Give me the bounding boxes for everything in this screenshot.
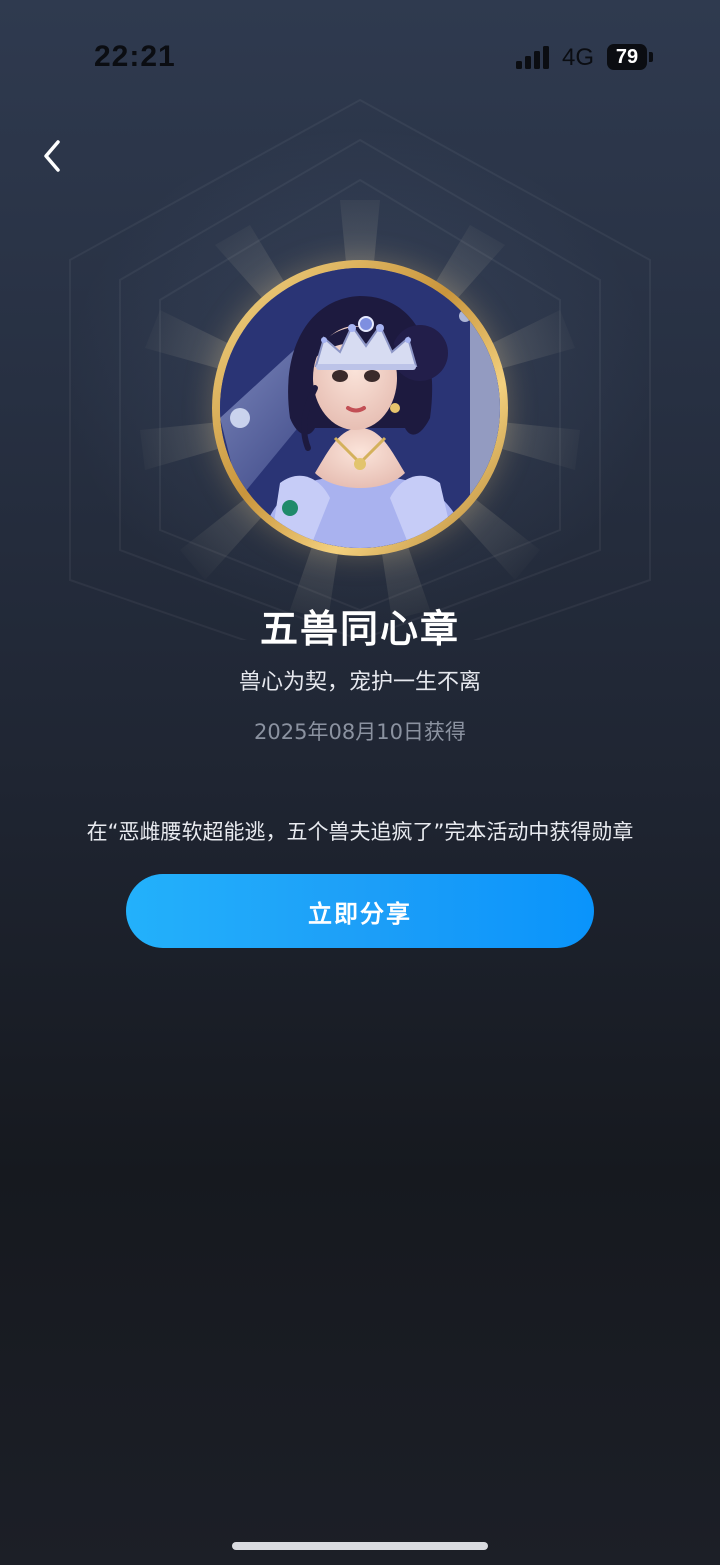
network-type: 4G [562, 44, 595, 71]
home-indicator[interactable] [232, 1542, 488, 1550]
badge-portrait-image [220, 268, 500, 548]
battery-tip [649, 52, 653, 62]
battery-icon: 79 [607, 44, 647, 70]
status-time: 22:21 [94, 40, 176, 73]
badge-slogan: 兽心为契，宠护一生不离 [238, 670, 481, 695]
badge-medallion [212, 260, 508, 556]
activity-description: 在“恶雌腰软超能逃，五个兽夫追疯了”完本活动中获得勋章 [86, 820, 634, 844]
tiara-icon [314, 316, 418, 370]
share-button[interactable]: 立即分享 [126, 874, 594, 948]
badge-display [0, 80, 720, 640]
badge-title: 五兽同心章 [259, 607, 460, 651]
signal-icon [516, 46, 549, 69]
earned-date: 2025年08月10日获得 [254, 720, 466, 744]
